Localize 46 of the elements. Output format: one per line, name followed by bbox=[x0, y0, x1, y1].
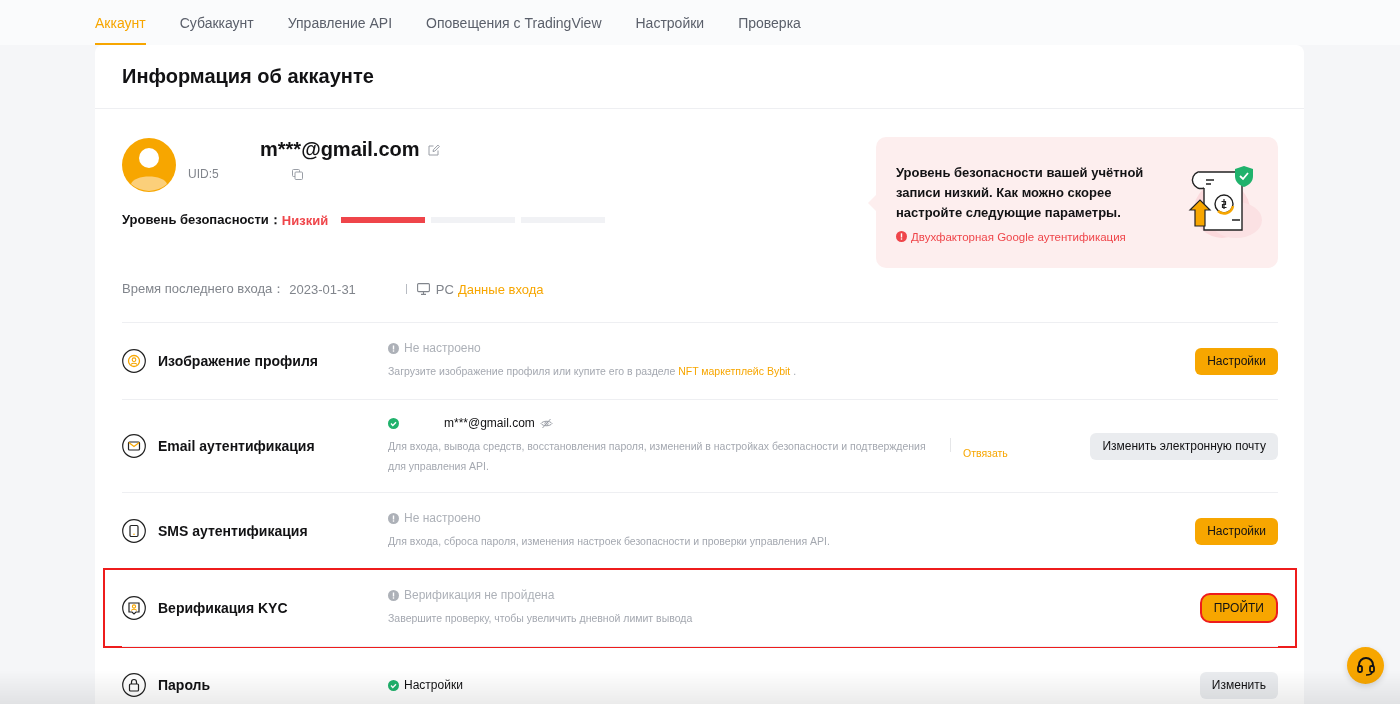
security-level-label: Уровень безопасности： bbox=[122, 211, 282, 229]
user-icon bbox=[122, 349, 146, 373]
envelope-icon bbox=[122, 434, 146, 458]
status-text: m***@gmail.com bbox=[444, 416, 535, 430]
action-button[interactable]: Настройки bbox=[1195, 517, 1278, 545]
tab[interactable]: Управление API bbox=[287, 0, 393, 45]
warning-icon bbox=[896, 231, 907, 242]
setting-title: Email аутентификация bbox=[158, 438, 315, 454]
action-button[interactable]: Изменить электронную почту bbox=[1090, 432, 1278, 460]
monitor-icon bbox=[416, 283, 430, 295]
action-button[interactable]: Изменить bbox=[1199, 671, 1278, 699]
last-login-label: Время последнего входа： bbox=[122, 280, 286, 298]
setting-title: SMS аутентификация bbox=[158, 523, 308, 539]
uid-label: UID:5 bbox=[188, 167, 219, 181]
setting-description: Для входа, сброса пароля, изменения настроек безопасности и проверки управления API. bbox=[388, 534, 830, 549]
status-text: Не настроено bbox=[404, 341, 481, 355]
alert-message: Уровень безопасности вашей учётной записи низкий. Как можно скорее настройте следующие параметры. bbox=[896, 163, 1145, 222]
setting-description: Загрузите изображение профиля или купите его в разделе NFT маркетплейс Bybit . bbox=[388, 364, 797, 379]
tab[interactable]: Проверка bbox=[738, 0, 801, 45]
status-text: Верификация не пройдена bbox=[404, 588, 555, 602]
lock-icon bbox=[122, 673, 146, 697]
status-text: Не настроено bbox=[404, 511, 481, 525]
device-label: PC bbox=[435, 281, 454, 297]
copy-icon[interactable] bbox=[291, 168, 303, 180]
tab[interactable]: Оповещения с TradingView bbox=[426, 0, 602, 45]
setting-title: Изображение профиля bbox=[158, 353, 318, 369]
id-badge-icon bbox=[122, 596, 146, 620]
security-level-value: Низкий bbox=[281, 212, 329, 228]
last-login-date: 2023-01-31 bbox=[289, 281, 356, 297]
status-text: Настройки bbox=[404, 678, 463, 692]
setting-title: Верификация KYC bbox=[158, 600, 288, 616]
action-button[interactable]: Настройки bbox=[1195, 347, 1278, 375]
edit-icon[interactable] bbox=[427, 143, 440, 156]
avatar-icon bbox=[122, 138, 176, 192]
account-email: m***@gmail.com bbox=[260, 138, 420, 161]
setting-description: Для входа, вывода средств, восстановления пароля, изменений в настройках безопасности и подтверждения для управления API. bbox=[388, 439, 927, 474]
card-title: Информация об аккаунте bbox=[122, 65, 374, 88]
setting-title: Пароль bbox=[158, 677, 211, 693]
alert-item-link[interactable]: Двухфакторная Google аутентификация bbox=[911, 230, 1126, 243]
support-button[interactable] bbox=[1347, 647, 1384, 684]
tab[interactable]: Настройки bbox=[635, 0, 705, 45]
phone-icon bbox=[122, 519, 146, 543]
tab[interactable]: Субаккаунт bbox=[179, 0, 254, 45]
headset-icon bbox=[1355, 655, 1376, 676]
action-button[interactable]: ПРОЙТИ bbox=[1199, 593, 1278, 623]
setting-description: Завершите проверку, чтобы увеличить дневной лимит вывода bbox=[388, 611, 693, 626]
